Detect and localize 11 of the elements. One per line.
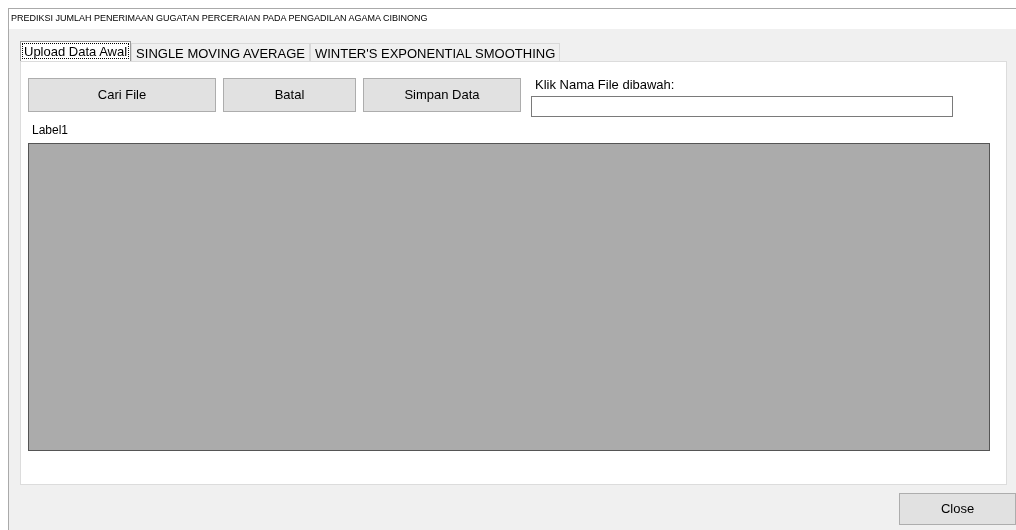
close-button[interactable]: Close (899, 493, 1016, 525)
status-label: Label1 (32, 123, 70, 138)
action-button[interactable]: Cari File (28, 78, 216, 112)
action-button[interactable]: Simpan Data (363, 78, 521, 112)
tab[interactable]: SINGLE MOVING AVERAGE (131, 43, 310, 61)
action-button[interactable]: Batal (223, 78, 356, 112)
field-label: Klik Nama File dibawah: (535, 76, 676, 94)
window-title: PREDIKSI JUMLAH PENERIMAAN GUGATAN PERCERAIAN PADA PENGADILAN AGAMA CIBINONG (9, 9, 1016, 29)
tab[interactable]: WINTER'S EXPONENTIAL SMOOTHING (309, 43, 561, 61)
tab[interactable]: Upload Data Awal (20, 41, 132, 61)
file-name-field[interactable] (531, 96, 953, 117)
